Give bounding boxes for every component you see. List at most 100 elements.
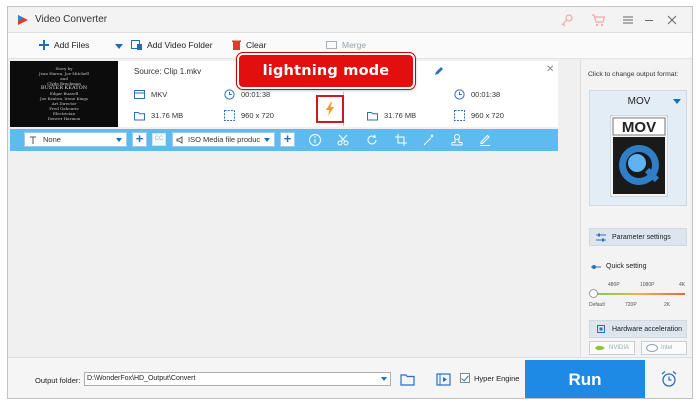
open-folder-icon[interactable] bbox=[400, 373, 415, 386]
audio-track-select[interactable]: ISO Media file produc bbox=[172, 132, 275, 147]
nvidia-label: NVIDIA bbox=[609, 345, 630, 351]
video-thumbnail[interactable]: Story by Jean Haron, Joe Mitchell and Cl… bbox=[10, 61, 118, 127]
add-video-folder-button[interactable]: Add Video Folder bbox=[131, 40, 213, 50]
merge-label: Merge bbox=[342, 40, 367, 50]
audio-track-value: ISO Media file produc bbox=[188, 135, 261, 144]
sliders-icon bbox=[596, 233, 606, 241]
checkbox[interactable] bbox=[460, 373, 470, 383]
quick-setting-label: Quick setting bbox=[591, 263, 646, 270]
bottom-bar: Output folder: D:\WonderFox\HD_Output\Co… bbox=[8, 357, 692, 398]
output-resolution: 960 x 720 bbox=[454, 110, 504, 121]
source-filename: Source: Clip 1.mkv bbox=[134, 67, 202, 76]
mov-format-icon: MOV bbox=[610, 115, 668, 197]
clear-label: Clear bbox=[246, 40, 267, 50]
folder-icon bbox=[134, 112, 145, 121]
slider-knob[interactable] bbox=[589, 289, 598, 298]
source-format-value: MKV bbox=[151, 90, 168, 99]
cart-icon[interactable] bbox=[590, 12, 606, 28]
minimize-icon[interactable] bbox=[641, 12, 657, 28]
alarm-clock-icon[interactable] bbox=[660, 370, 678, 388]
title-bar: Video Converter bbox=[8, 7, 692, 33]
quality-slider[interactable]: 480P 1080P 4K Default 720P 2K bbox=[589, 282, 687, 312]
dropdown-caret-icon bbox=[264, 138, 270, 142]
resolution-icon bbox=[224, 110, 235, 121]
scissors-icon[interactable] bbox=[336, 133, 350, 147]
add-subtitle-button[interactable]: + bbox=[132, 132, 147, 147]
intel-logo-icon bbox=[646, 344, 658, 352]
folder-plus-icon bbox=[131, 40, 142, 50]
menu-icon[interactable] bbox=[620, 12, 636, 28]
subtitle-value: None bbox=[43, 135, 61, 144]
add-video-folder-label: Add Video Folder bbox=[147, 40, 213, 50]
clock-icon bbox=[454, 89, 465, 100]
preview-output-icon[interactable] bbox=[436, 373, 451, 386]
output-size: 31.76 MB bbox=[367, 110, 416, 121]
output-duration-value: 00:01:38 bbox=[471, 90, 501, 99]
add-files-label: Add Files bbox=[54, 40, 90, 50]
merge-icon bbox=[326, 41, 337, 49]
parameter-settings-label: Parameter settings bbox=[612, 233, 671, 241]
intel-option[interactable]: Intel bbox=[641, 341, 687, 355]
output-format-selector[interactable]: MOV MOV bbox=[589, 90, 687, 206]
watermark-icon[interactable] bbox=[450, 133, 464, 147]
hardware-acceleration-button[interactable]: Hardware acceleration bbox=[589, 320, 687, 338]
info-icon[interactable] bbox=[308, 133, 322, 147]
quality-tick-label: Default bbox=[589, 302, 605, 308]
quick-setting-icon bbox=[591, 264, 601, 269]
subtitle-edit-icon[interactable] bbox=[478, 133, 492, 147]
mov-icon-text: MOV bbox=[622, 119, 656, 136]
quality-tick-label: 4K bbox=[679, 282, 686, 288]
add-files-dropdown-icon[interactable] bbox=[115, 44, 123, 49]
speaker-icon bbox=[176, 135, 183, 144]
plus-icon bbox=[39, 40, 49, 50]
app-title: Video Converter bbox=[35, 14, 108, 25]
video-file-icon bbox=[134, 90, 145, 99]
chip-icon bbox=[597, 325, 605, 333]
subtitle-select[interactable]: None bbox=[24, 132, 127, 147]
clear-button[interactable]: Clear bbox=[232, 40, 266, 50]
merge-button[interactable]: Merge bbox=[326, 40, 366, 50]
quality-tick-label: 720P bbox=[625, 302, 637, 308]
app-logo-icon bbox=[18, 15, 28, 25]
nvidia-option[interactable]: NVIDIA bbox=[589, 341, 635, 355]
run-button[interactable]: Run bbox=[525, 360, 645, 398]
lightning-mode-button[interactable] bbox=[316, 95, 344, 123]
hardware-acceleration-label: Hardware acceleration bbox=[612, 325, 683, 333]
hyper-engine-checkbox[interactable]: Hyper Engine bbox=[460, 373, 519, 383]
key-icon[interactable] bbox=[559, 12, 575, 28]
output-size-value: 31.76 MB bbox=[384, 111, 417, 120]
source-resolution-value: 960 x 720 bbox=[241, 111, 274, 120]
add-audio-button[interactable]: + bbox=[280, 132, 295, 147]
output-folder-path: D:\WonderFox\HD_Output\Convert bbox=[87, 375, 196, 382]
close-icon[interactable] bbox=[664, 12, 680, 28]
effects-icon[interactable] bbox=[422, 133, 436, 147]
file-list-area: Story by Jean Haron, Joe Mitchell and Cl… bbox=[8, 53, 574, 357]
rotate-icon[interactable] bbox=[365, 133, 379, 147]
source-duration-value: 00:01:38 bbox=[241, 90, 271, 99]
output-format-panel: Click to change output format: MOV MOV P… bbox=[580, 60, 692, 357]
text-icon bbox=[30, 136, 36, 144]
source-format: MKV bbox=[134, 89, 167, 100]
dropdown-caret-icon bbox=[116, 138, 122, 142]
add-files-button[interactable]: Add Files bbox=[39, 40, 89, 50]
output-folder-input[interactable]: D:\WonderFox\HD_Output\Convert bbox=[84, 372, 391, 386]
folder-icon bbox=[367, 112, 378, 121]
output-resolution-value: 960 x 720 bbox=[471, 111, 504, 120]
clock-icon bbox=[224, 89, 235, 100]
quick-setting-text: Quick setting bbox=[606, 263, 647, 270]
output-folder-label: Output folder: bbox=[35, 376, 81, 385]
crop-icon[interactable] bbox=[394, 133, 408, 147]
edit-name-icon[interactable] bbox=[434, 66, 444, 76]
hyper-engine-label: Hyper Engine bbox=[474, 373, 520, 383]
trash-icon bbox=[232, 40, 241, 50]
remove-file-icon[interactable]: ✕ bbox=[546, 64, 554, 75]
dropdown-caret-icon bbox=[673, 99, 681, 104]
parameter-settings-button[interactable]: Parameter settings bbox=[589, 228, 687, 246]
source-size: 31.76 MB bbox=[134, 110, 183, 121]
dropdown-caret-icon[interactable] bbox=[381, 377, 387, 381]
cc-icon[interactable]: CC bbox=[152, 133, 166, 146]
source-duration: 00:01:38 bbox=[224, 89, 270, 100]
thumb-text: Denver Harmon bbox=[47, 116, 81, 121]
edit-toolbar: None + CC ISO Media file produc + bbox=[10, 129, 558, 151]
app-window: Video Converter Add Files Add Video Fold… bbox=[7, 6, 693, 399]
